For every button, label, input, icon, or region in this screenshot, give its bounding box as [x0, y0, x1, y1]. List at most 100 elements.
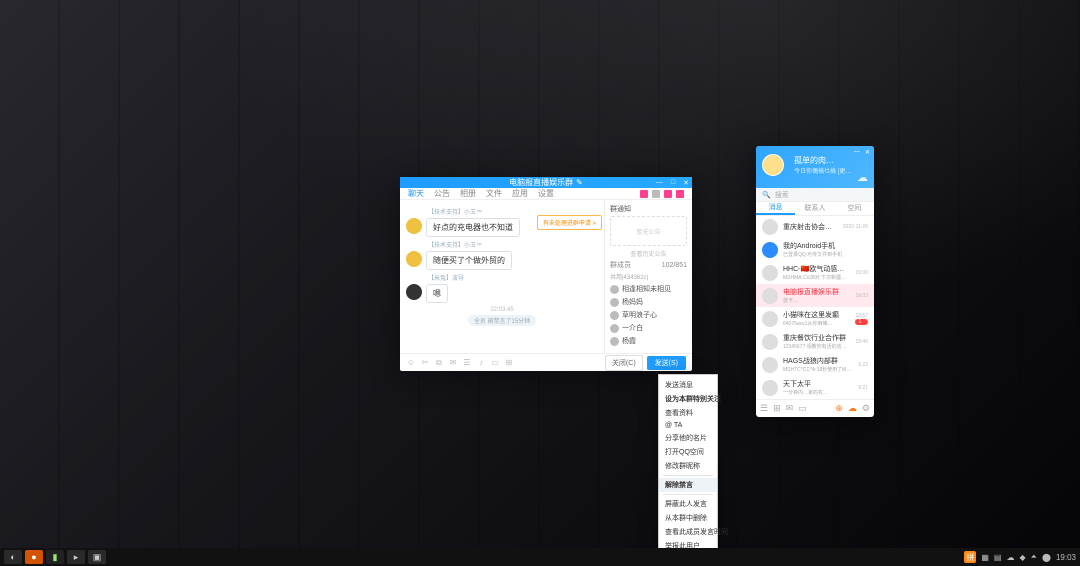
list-item[interactable]: 天下太平一分钟内…家的农… 9:21: [756, 376, 874, 399]
clock[interactable]: 19:03: [1056, 553, 1076, 562]
menu-icon[interactable]: ☰: [760, 403, 768, 414]
tab-apps[interactable]: 应用: [512, 188, 528, 199]
member-item[interactable]: 一介白: [610, 323, 687, 333]
qq-main-panel: — ✕ 孤单的肉… 今日你偶搞乜搞 [更… ☁ 🔍 搜索 消息 联系人 空间 重…: [756, 146, 874, 417]
compact-view-icon[interactable]: [664, 190, 672, 198]
ctx-block-speak[interactable]: 屏蔽此人发言: [659, 497, 717, 511]
taskbar-terminal[interactable]: ▮: [46, 550, 64, 564]
group-notice-box[interactable]: 暂无公告: [610, 216, 687, 246]
screenshot-icon[interactable]: ✂: [420, 358, 430, 367]
taskbar-files[interactable]: ▸: [67, 550, 85, 564]
unread-badge: 1: [855, 319, 868, 325]
taskbar: ◐ ● ▮ ▸ ▣ 拼 ▦ ▤ ☁ ◆ ⏶ ⬤ 19:03: [0, 548, 1080, 566]
maximize-button[interactable]: □: [671, 179, 675, 187]
tray-icon[interactable]: ◆: [1019, 553, 1025, 562]
app-icon[interactable]: ⊞: [504, 358, 514, 367]
ime-icon[interactable]: 拼: [964, 551, 976, 563]
list-item[interactable]: HAGS战狼内部群MSHTC*CC*A:18秒使用了M托熊湿… 9:22: [756, 353, 874, 376]
member-item[interactable]: 相逢相知未相见: [610, 284, 687, 294]
search-bar[interactable]: 🔍 搜索: [756, 188, 874, 202]
member-item[interactable]: 杨霞: [610, 336, 687, 346]
chat-tabs: 聊天 公告 相册 文件 应用 设置: [400, 188, 692, 200]
ctx-edit-nick[interactable]: 修改群昵称: [659, 459, 717, 473]
sender-name: 【米兔】波导: [428, 273, 598, 282]
tray-icon[interactable]: ▤: [994, 553, 1002, 562]
ctx-open-qzone[interactable]: 打开QQ空间: [659, 445, 717, 459]
tab-qzone[interactable]: 空间: [835, 202, 874, 215]
tray-icon[interactable]: ⬤: [1042, 553, 1051, 562]
extra-view-icon[interactable]: [676, 190, 684, 198]
taskbar-qq[interactable]: ▣: [88, 550, 106, 564]
weiyun-icon[interactable]: ☁: [848, 403, 857, 414]
wallet-icon[interactable]: ▭: [798, 403, 807, 414]
member-item[interactable]: 杨妈妈: [610, 297, 687, 307]
list-item[interactable]: 重庆餐饮行业合作群12345677:领教你有活的店下… 18:46: [756, 330, 874, 353]
members-header: 群成员 102/851: [610, 260, 687, 270]
edit-icon[interactable]: ✎: [576, 178, 583, 187]
tab-settings[interactable]: 设置: [538, 188, 554, 199]
qq-footer: ☰ ⊞ ✉ ▭ ⊕ ☁ ⚙: [756, 399, 874, 417]
tray-icon[interactable]: ☁: [1006, 553, 1014, 562]
group-chat-window: 电脑报直播娱乐群 ✎ — □ ✕ 聊天 公告 相册 文件 应用 设置 有未处理进…: [400, 177, 692, 371]
chat-titlebar[interactable]: 电脑报直播娱乐群 ✎ — □ ✕: [400, 177, 692, 188]
ctx-view-profile[interactable]: 查看资料: [659, 406, 717, 420]
image-icon[interactable]: ✉: [448, 358, 458, 367]
ctx-unban[interactable]: 解除禁言: [659, 478, 717, 492]
ctx-view-time[interactable]: 查看此成员发言时间: [659, 525, 717, 539]
group-notice-title: 群通知: [610, 204, 687, 214]
taskbar-app[interactable]: ●: [25, 550, 43, 564]
avatar: [762, 219, 778, 235]
mail-icon[interactable]: ✉: [786, 403, 794, 414]
close-button[interactable]: ✕: [865, 149, 870, 156]
ctx-special-follow[interactable]: 设为本群特别关注: [659, 392, 717, 406]
list-item-selected[interactable]: 电脑报直播娱乐群蓝卡… 19:03: [756, 284, 874, 307]
message-row: 嗯: [406, 284, 598, 303]
list-view-icon[interactable]: [652, 190, 660, 198]
close-chat-button[interactable]: 关闭(C): [605, 355, 643, 371]
user-avatar[interactable]: [762, 154, 784, 176]
tray-icon[interactable]: ▦: [981, 553, 989, 562]
list-item[interactable]: HHC-🇨🇳欧气动感厂🔥MSHMA.Cx28对:下次新疆… 19:00: [756, 261, 874, 284]
file-icon[interactable]: ⧉: [434, 358, 444, 368]
close-button[interactable]: ✕: [683, 179, 689, 187]
conversation-list[interactable]: 重庆射击协会活动群01 2022-11-26 我的Android手机已登录QQ,…: [756, 216, 874, 399]
tab-contacts[interactable]: 联系人: [795, 202, 834, 215]
tab-chat[interactable]: 聊天: [408, 188, 424, 199]
settings-icon[interactable]: ⚙: [862, 403, 870, 414]
add-icon[interactable]: ⊕: [835, 403, 843, 414]
minimize-button[interactable]: —: [854, 149, 860, 156]
apps-icon[interactable]: ⊞: [773, 403, 781, 414]
grid-view-icon[interactable]: [640, 190, 648, 198]
tab-album[interactable]: 相册: [460, 188, 476, 199]
more-icon[interactable]: ☰: [462, 358, 472, 367]
notice-history-link[interactable]: 查看历史公告: [610, 249, 687, 258]
record-icon[interactable]: ▭: [490, 358, 500, 367]
music-icon[interactable]: ♪: [476, 358, 486, 367]
tray-icon[interactable]: ⏶: [1031, 552, 1037, 562]
list-item[interactable]: 重庆射击协会活动群01 2022-11-26: [756, 216, 874, 238]
tab-files[interactable]: 文件: [486, 188, 502, 199]
minimize-button[interactable]: —: [656, 179, 663, 187]
qq-header: — ✕ 孤单的肉… 今日你偶搞乜搞 [更… ☁: [756, 146, 874, 188]
list-item[interactable]: 小猫咪在这里发癫64076avv1从你麻嘛… 18:571: [756, 307, 874, 330]
ctx-share-card[interactable]: 分享他的名片: [659, 431, 717, 445]
send-button[interactable]: 发送(S): [647, 356, 686, 370]
start-menu-button[interactable]: ◐: [4, 550, 22, 564]
view-mode-icons[interactable]: [640, 190, 684, 198]
avatar[interactable]: [406, 251, 422, 267]
ctx-remove[interactable]: 从本群中删除: [659, 511, 717, 525]
avatar: [762, 311, 778, 327]
avatar[interactable]: [406, 284, 422, 300]
tab-notice[interactable]: 公告: [434, 188, 450, 199]
list-item[interactable]: 我的Android手机已登录QQ,可传文件到手机: [756, 238, 874, 261]
avatar[interactable]: [406, 218, 422, 234]
pending-join-request[interactable]: 有未处理进群申请 >: [537, 215, 602, 230]
member-item[interactable]: 草明浪子心: [610, 310, 687, 320]
ctx-at-ta[interactable]: @ TA: [659, 420, 717, 431]
tab-messages[interactable]: 消息: [756, 202, 795, 215]
weather-icon[interactable]: ☁: [857, 171, 868, 184]
ctx-send-message[interactable]: 发送消息: [659, 378, 717, 392]
emoji-icon[interactable]: ☺: [406, 358, 416, 367]
system-tray: 拼 ▦ ▤ ☁ ◆ ⏶ ⬤ 19:03: [964, 551, 1076, 563]
user-nickname[interactable]: 孤单的肉…: [794, 155, 868, 166]
